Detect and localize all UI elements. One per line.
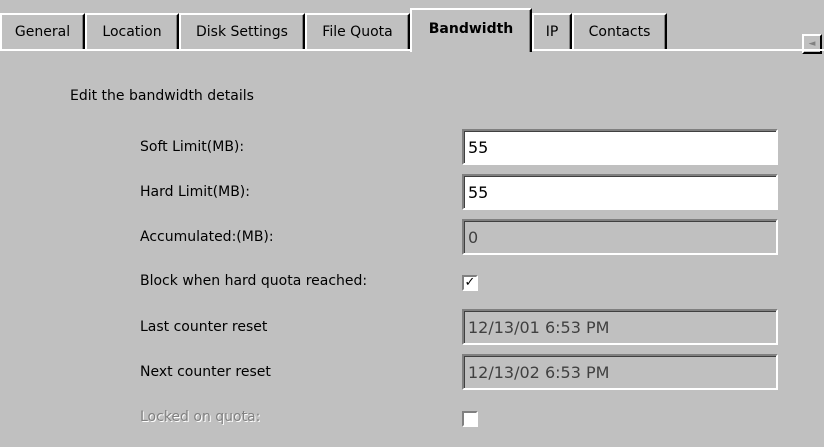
hard-limit-input[interactable] <box>462 174 778 210</box>
tab-bandwidth[interactable]: Bandwidth <box>410 8 532 52</box>
accumulated-field <box>462 219 778 255</box>
tab-disk-settings[interactable]: Disk Settings <box>179 13 305 50</box>
accumulated-label: Accumulated:(MB): <box>140 229 274 245</box>
tab-strip: General Location Disk Settings File Quot… <box>0 8 824 54</box>
next-counter-reset-label: Next counter reset <box>140 364 271 380</box>
panel-heading: Edit the bandwidth details <box>70 88 254 104</box>
locked-on-quota-checkbox[interactable] <box>462 411 478 427</box>
last-counter-reset-field <box>462 309 778 345</box>
tab-file-quota[interactable]: File Quota <box>305 13 410 50</box>
tab-contacts[interactable]: Contacts <box>572 13 667 50</box>
soft-limit-label: Soft Limit(MB): <box>140 139 245 155</box>
bandwidth-properties-dialog: General Location Disk Settings File Quot… <box>0 0 824 447</box>
next-counter-reset-field <box>462 354 778 390</box>
tab-scroll-left-icon[interactable]: ◄ <box>802 34 822 54</box>
last-counter-reset-label: Last counter reset <box>140 319 268 335</box>
tab-ip[interactable]: IP <box>532 13 572 50</box>
hard-limit-label: Hard Limit(MB): <box>140 184 250 200</box>
tab-location[interactable]: Location <box>85 13 179 50</box>
locked-on-quota-label: Locked on quota: <box>140 409 261 425</box>
tab-general[interactable]: General <box>0 13 85 50</box>
block-hard-quota-checkbox[interactable]: ✓ <box>462 275 478 291</box>
soft-limit-input[interactable] <box>462 129 778 165</box>
block-hard-quota-label: Block when hard quota reached: <box>140 273 368 289</box>
